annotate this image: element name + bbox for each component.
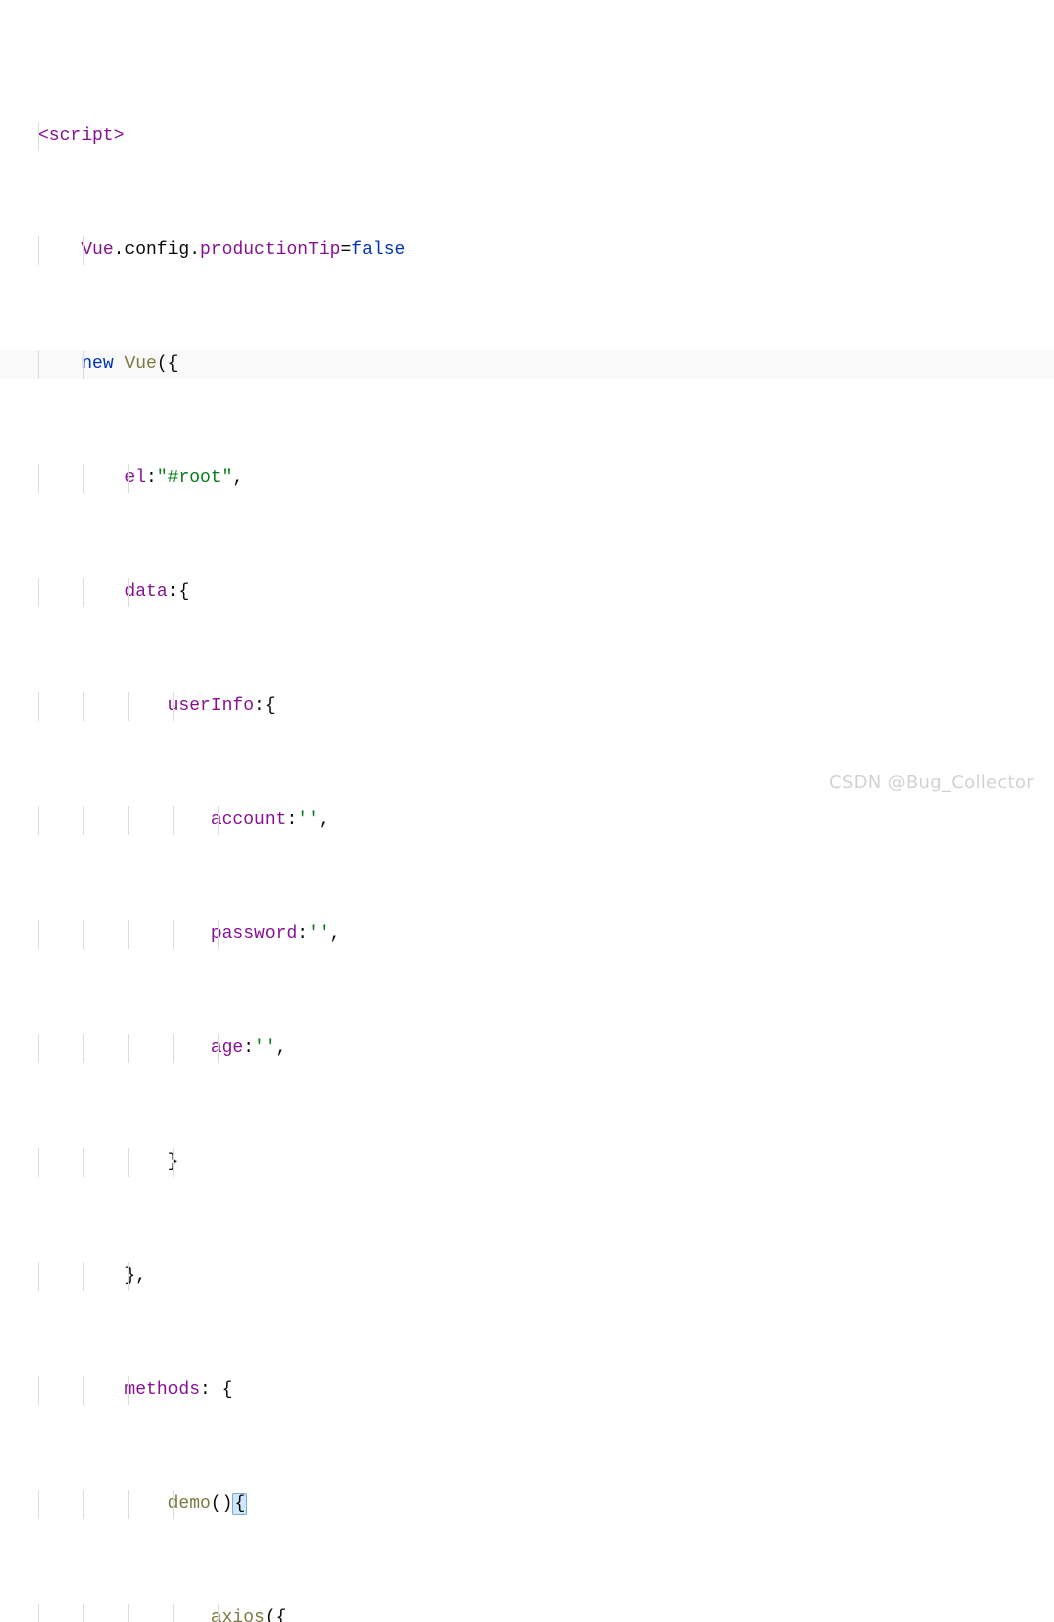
brace-match-open: { bbox=[232, 1493, 247, 1515]
code-block: <script> Vue.config.productionTip=false … bbox=[0, 0, 1054, 1622]
watermark: CSDN @Bug_Collector bbox=[829, 769, 1034, 798]
tag-open: <script> bbox=[38, 126, 124, 146]
